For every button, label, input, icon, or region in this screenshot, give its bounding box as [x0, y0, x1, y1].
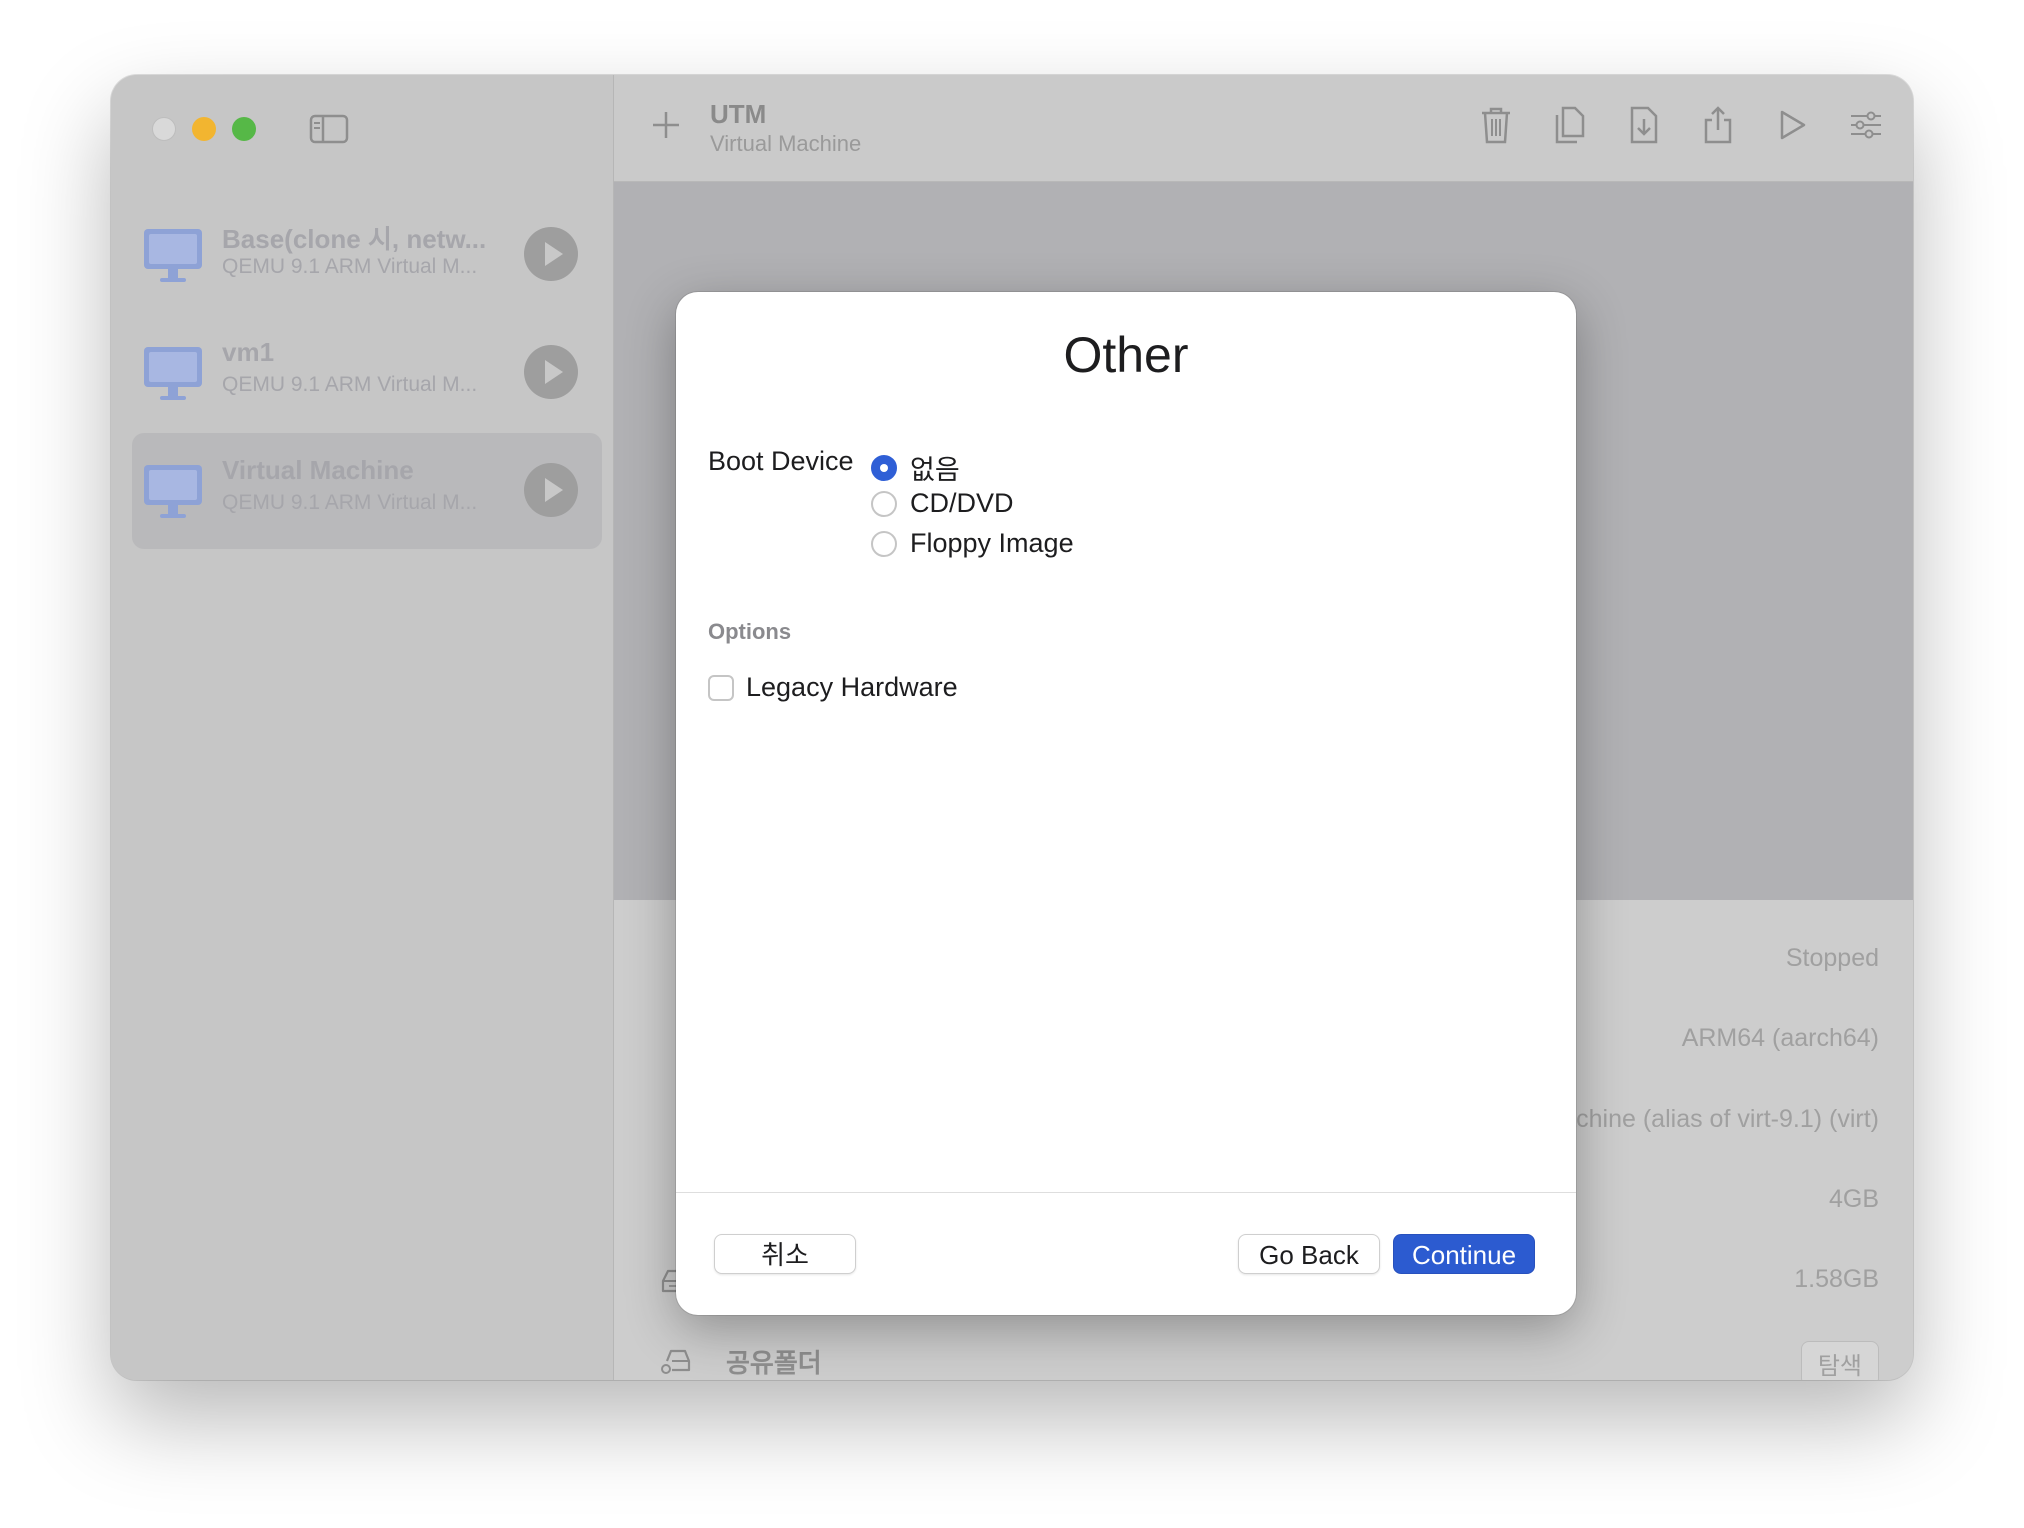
architecture-value: ARM64 (aarch64) [1681, 1024, 1879, 1052]
radio-button[interactable] [871, 530, 897, 557]
sidebar: Base(clone 시, netw... QEMU 9.1 ARM Virtu… [111, 75, 614, 1380]
vm-name: Virtual Machine [222, 455, 414, 485]
legacy-hardware-checkbox[interactable] [708, 674, 734, 701]
legacy-hardware-label: Legacy Hardware [746, 672, 958, 702]
monitor-icon [144, 347, 202, 400]
clone-icon[interactable] [1553, 105, 1587, 145]
radio-button-selected[interactable] [871, 454, 897, 481]
vm-subtitle: QEMU 9.1 ARM Virtual M... [222, 491, 478, 514]
download-icon[interactable] [1627, 105, 1661, 145]
boot-option-label: Floppy Image [910, 528, 1074, 558]
vm-list-item[interactable]: vm1 QEMU 9.1 ARM Virtual M... [132, 315, 602, 431]
vm-subtitle: QEMU 9.1 ARM Virtual M... [222, 373, 478, 396]
play-icon[interactable] [1775, 105, 1809, 145]
monitor-icon [144, 465, 202, 518]
share-icon[interactable] [1701, 105, 1735, 145]
cancel-button[interactable]: 취소 [714, 1234, 856, 1274]
boot-option-floppy[interactable]: Floppy Image [871, 528, 1074, 559]
browse-button[interactable]: 탐색 [1800, 1341, 1879, 1380]
minimize-window-button[interactable] [192, 117, 216, 141]
boot-option-label: 없음 [910, 455, 960, 485]
trash-icon[interactable] [1479, 105, 1513, 145]
toolbar-title: UTM [710, 99, 767, 129]
size-value: 1.58GB [1794, 1265, 1879, 1293]
options-section-label: Options [708, 619, 792, 644]
detail-row-shared-folder: 공유폴더 탐색 [614, 1331, 1913, 1380]
close-window-button[interactable] [152, 117, 176, 141]
utm-window: Base(clone 시, netw... QEMU 9.1 ARM Virtu… [111, 75, 1913, 1380]
vm-play-button[interactable] [524, 345, 578, 399]
new-vm-dialog: Other Boot Device 없음 CD/DVD Floppy Image… [676, 292, 1576, 1315]
vm-name: Base(clone 시, netw... [222, 224, 487, 254]
boot-option-cd-dvd[interactable]: CD/DVD [871, 488, 1014, 519]
toolbar-actions [1479, 105, 1883, 145]
status-value: Stopped [1785, 944, 1879, 972]
vm-name: vm1 [222, 337, 275, 367]
network-drive-icon [661, 1349, 691, 1374]
sidebar-toggle-icon[interactable] [309, 113, 349, 145]
vm-play-button[interactable] [524, 227, 578, 281]
legacy-hardware-option[interactable]: Legacy Hardware [708, 672, 958, 703]
shared-folder-label: 공유폴더 [726, 1348, 822, 1378]
toolbar-subtitle: Virtual Machine [710, 131, 862, 156]
window-controls [152, 117, 256, 141]
monitor-icon [144, 229, 202, 282]
boot-device-label: Boot Device [708, 446, 854, 476]
vm-play-button[interactable] [524, 463, 578, 517]
memory-value: 4GB [1828, 1185, 1879, 1213]
vm-list-item-selected[interactable]: Virtual Machine QEMU 9.1 ARM Virtual M..… [132, 433, 602, 549]
radio-button[interactable] [871, 490, 897, 517]
continue-button[interactable]: Continue [1393, 1234, 1535, 1274]
vm-list-item[interactable]: Base(clone 시, netw... QEMU 9.1 ARM Virtu… [132, 197, 602, 313]
add-icon[interactable] [650, 109, 682, 141]
toolbar: UTM Virtual Machine [614, 75, 1913, 182]
dialog-title: Other [1063, 327, 1189, 383]
settings-sliders-icon[interactable] [1849, 105, 1883, 145]
go-back-button[interactable]: Go Back [1238, 1234, 1380, 1274]
vm-subtitle: QEMU 9.1 ARM Virtual M... [222, 255, 478, 278]
dialog-divider [676, 1192, 1576, 1193]
boot-option-none[interactable]: 없음 [871, 448, 960, 487]
maximize-window-button[interactable] [232, 117, 256, 141]
boot-option-label: CD/DVD [910, 488, 1014, 518]
